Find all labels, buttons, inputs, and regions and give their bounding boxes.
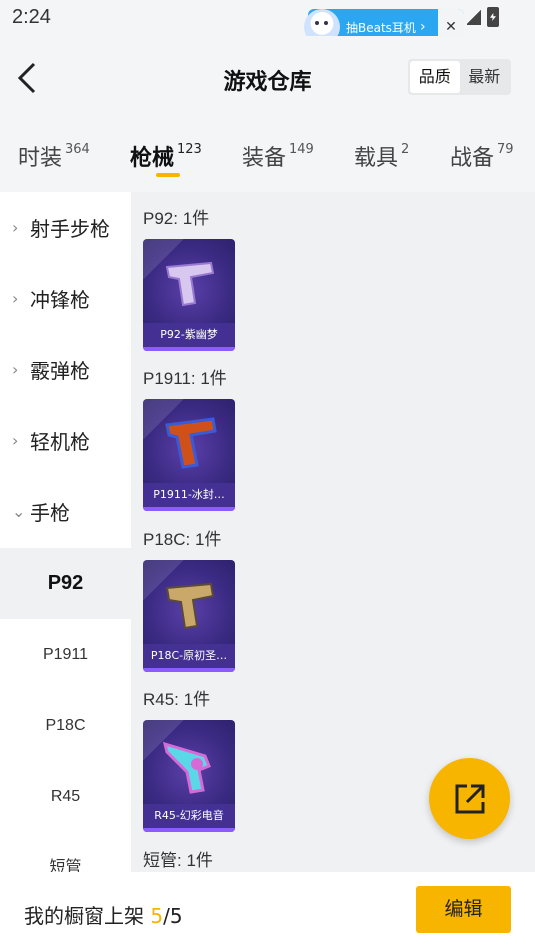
bottom-bar: 我的橱窗上架 5/5 编辑 — [0, 872, 535, 951]
chevron-right-icon: › — [12, 431, 19, 450]
sidebar-item-label: 轻机枪 — [30, 430, 90, 454]
tab-vehicles[interactable]: 载具 2 — [354, 140, 409, 172]
chevron-right-icon: › — [12, 289, 19, 308]
sort-by-newest[interactable]: 最新 — [460, 61, 510, 93]
pistol-icon — [165, 417, 217, 469]
showcase-separator: / — [163, 904, 170, 928]
sort-by-quality[interactable]: 品质 — [410, 61, 460, 93]
header: 游戏仓库 品质 最新 — [0, 36, 535, 120]
tab-combat-gear[interactable]: 战备 79 — [450, 140, 514, 172]
status-time: 2:24 — [12, 6, 51, 28]
group-title: P18C: 1件 — [143, 530, 222, 549]
tab-count: 364 — [65, 142, 90, 157]
pistol-icon — [165, 582, 215, 630]
tab-label: 载具 — [354, 146, 399, 171]
sort-toggle: 品质 最新 — [408, 59, 511, 95]
sidebar-subitem-r45[interactable]: R45 — [0, 761, 131, 832]
tab-count: 79 — [497, 142, 514, 157]
showcase-label: 我的橱窗上架 — [24, 904, 144, 928]
sidebar-item-marksman-rifle[interactable]: › 射手步枪 — [0, 192, 131, 263]
showcase-total: 5 — [169, 904, 183, 928]
group-title: P92: 1件 — [143, 209, 210, 228]
item-card-p92[interactable]: P92-紫幽梦 — [143, 239, 235, 351]
item-name: P1911-冰封… — [143, 483, 235, 507]
item-card-p1911[interactable]: P1911-冰封… — [143, 399, 235, 511]
item-card-r45[interactable]: R45-幻彩电音 — [143, 720, 235, 832]
chevron-right-icon: › — [419, 19, 426, 35]
sidebar-item-label: 冲锋枪 — [30, 288, 90, 312]
tab-count: 149 — [289, 142, 314, 157]
item-name: R45-幻彩电音 — [143, 804, 235, 828]
sidebar: › 射手步枪 › 冲锋枪 › 霰弹枪 › 轻机枪 ⌄ 手枪 P92 P1911 … — [0, 192, 131, 872]
showcase-current: 5 — [150, 904, 164, 928]
sidebar-subitem-short-barrel[interactable]: 短管 — [0, 832, 131, 872]
tab-firearms[interactable]: 枪械 123 — [130, 140, 202, 172]
sidebar-item-shotgun[interactable]: › 霰弹枪 — [0, 334, 131, 405]
tab-count: 123 — [177, 142, 202, 157]
item-card-p18c[interactable]: P18C-原初圣… — [143, 560, 235, 672]
tab-equipment[interactable]: 装备 149 — [242, 140, 314, 172]
showcase-status: 我的橱窗上架 5/5 — [24, 900, 183, 929]
sidebar-item-label: 手枪 — [30, 501, 70, 525]
sidebar-item-smg[interactable]: › 冲锋枪 — [0, 263, 131, 334]
tab-label: 战备 — [450, 146, 495, 171]
external-link-icon — [455, 784, 484, 813]
chevron-right-icon: › — [12, 218, 19, 237]
tab-count: 2 — [401, 142, 410, 157]
item-name: P92-紫幽梦 — [143, 323, 235, 347]
active-tab-indicator — [156, 173, 180, 177]
sidebar-subitem-p1911[interactable]: P1911 — [0, 619, 131, 690]
item-name: P18C-原初圣… — [143, 644, 235, 668]
promo-text: 抽Beats耳机 — [346, 20, 416, 35]
sidebar-item-label: 霰弹枪 — [30, 359, 90, 383]
battery-icon — [487, 7, 499, 27]
edit-button[interactable]: 编辑 — [416, 886, 511, 933]
signal-icon — [467, 9, 481, 25]
sidebar-subitem-p92[interactable]: P92 — [0, 548, 131, 619]
tab-label: 时装 — [18, 146, 63, 171]
pistol-icon — [165, 261, 215, 307]
chevron-right-icon: › — [12, 360, 19, 379]
share-button[interactable] — [429, 758, 510, 839]
sidebar-item-pistol[interactable]: ⌄ 手枪 — [0, 476, 131, 547]
group-title: P1911: 1件 — [143, 369, 227, 388]
group-title: 短管: 1件 — [143, 851, 213, 870]
category-tabs: 时装 364 枪械 123 装备 149 载具 2 战备 79 — [0, 120, 535, 192]
status-icons — [467, 7, 499, 27]
sidebar-item-label: 射手步枪 — [30, 217, 110, 241]
group-title: R45: 1件 — [143, 690, 211, 709]
tab-fashion[interactable]: 时装 364 — [18, 140, 90, 172]
chevron-down-icon: ⌄ — [12, 502, 26, 521]
tab-label: 枪械 — [130, 146, 175, 171]
sidebar-subitem-p18c[interactable]: P18C — [0, 690, 131, 761]
sidebar-item-lmg[interactable]: › 轻机枪 — [0, 405, 131, 476]
tab-label: 装备 — [242, 146, 287, 171]
revolver-icon — [162, 741, 211, 794]
